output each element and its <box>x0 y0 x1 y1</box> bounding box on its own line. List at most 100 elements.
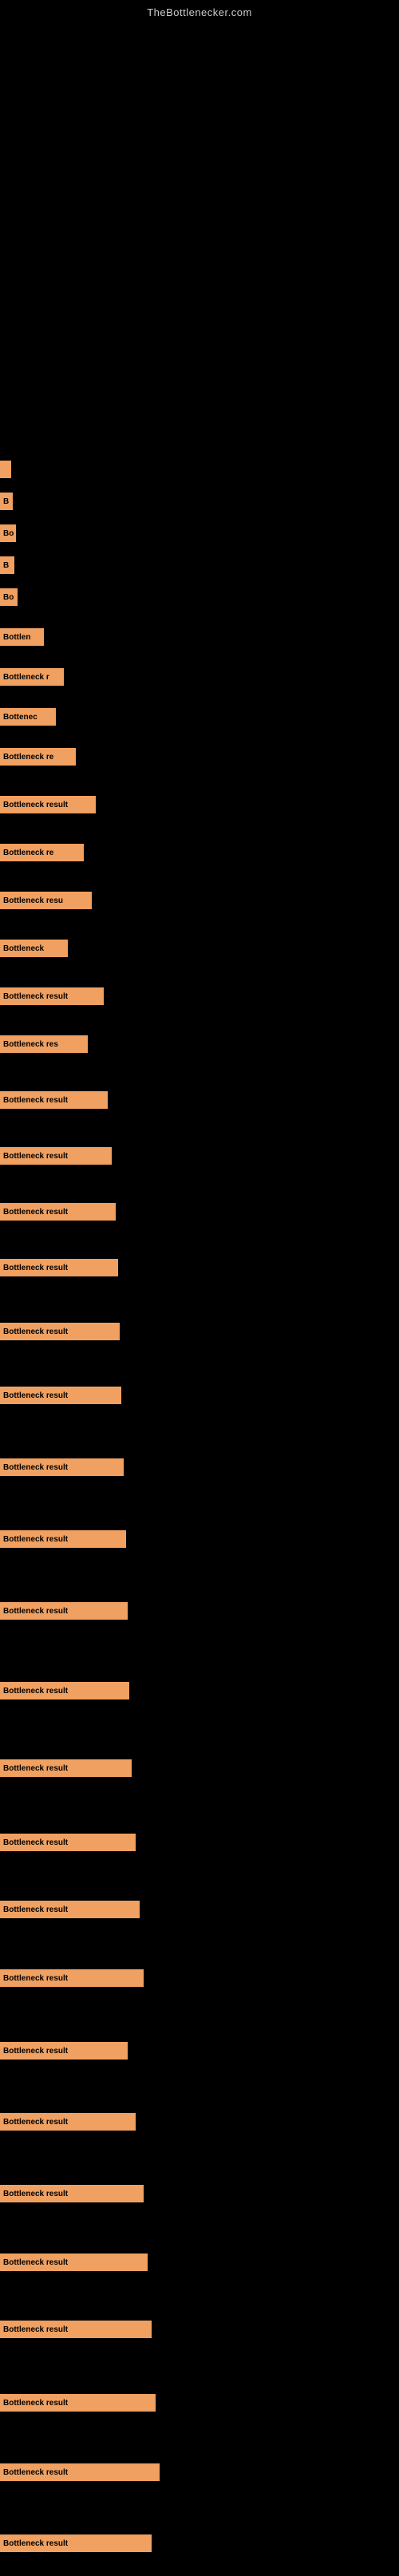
bar-fill <box>0 461 11 478</box>
bar-label: Bottleneck result <box>3 2047 68 2056</box>
bar-fill: Bo <box>0 588 18 606</box>
bar-row: Bottleneck result <box>0 1602 128 1620</box>
bar-row: Bottleneck result <box>0 1387 121 1404</box>
site-title: TheBottlenecker.com <box>0 0 399 22</box>
bar-fill: Bottleneck res <box>0 1035 88 1053</box>
bar-fill: Bottenec <box>0 708 56 726</box>
bar-label: Bottleneck result <box>3 1328 68 1336</box>
bar-row: Bottleneck result <box>0 2394 156 2412</box>
bar-label: Bottleneck result <box>3 1096 68 1105</box>
bar-fill: Bottleneck result <box>0 2463 160 2481</box>
bar-fill: Bottleneck result <box>0 1682 129 1700</box>
bar-label: B <box>3 497 9 506</box>
bar-label: Bottleneck result <box>3 1905 68 1914</box>
bar-fill: Bottleneck result <box>0 1530 126 1548</box>
bar-label: Bottleneck result <box>3 1607 68 1616</box>
bar-fill: Bottleneck result <box>0 2185 144 2202</box>
bar-row: Bottleneck result <box>0 1203 116 1221</box>
bar-fill: B <box>0 493 13 510</box>
bar-label: Bottleneck re <box>3 849 53 857</box>
bar-label: Bottleneck resu <box>3 896 63 905</box>
bar-fill: Bottleneck result <box>0 1834 136 1851</box>
bar-row: Bottleneck result <box>0 1759 132 1777</box>
bar-fill: Bottleneck result <box>0 1259 118 1276</box>
bar-row: Bottleneck res <box>0 1035 88 1053</box>
bar-row: Bottleneck result <box>0 987 104 1005</box>
bar-label: Bottleneck result <box>3 801 68 809</box>
bar-fill: Bottleneck result <box>0 1759 132 1777</box>
bar-label: Bottleneck result <box>3 992 68 1001</box>
bar-label: Bottenec <box>3 713 38 722</box>
bar-fill: Bottleneck result <box>0 987 104 1005</box>
bar-row: Bottleneck result <box>0 2463 160 2481</box>
bar-fill: Bottleneck re <box>0 748 76 766</box>
bar-fill: Bottleneck result <box>0 796 96 813</box>
bar-label: Bottleneck r <box>3 673 49 682</box>
bar-label: Bottleneck result <box>3 2258 68 2267</box>
bar-fill: Bottleneck result <box>0 1323 120 1340</box>
bar-row: Bottleneck result <box>0 1323 120 1340</box>
bar-label: Bottleneck res <box>3 1040 58 1049</box>
bar-fill: Bottlen <box>0 628 44 646</box>
bar-row: Bottleneck result <box>0 1259 118 1276</box>
bar-fill: Bo <box>0 524 16 542</box>
bar-label: Bottleneck result <box>3 1264 68 1272</box>
bar-fill: Bottleneck re <box>0 844 84 861</box>
bar-fill: Bottleneck result <box>0 2394 156 2412</box>
bar-row: Bottleneck re <box>0 844 84 861</box>
bar-row: Bottleneck result <box>0 1091 108 1109</box>
bar-fill: Bottleneck result <box>0 1969 144 1987</box>
bar-label: Bottleneck result <box>3 1208 68 1217</box>
bar-row: Bottleneck result <box>0 1901 140 1918</box>
bar-row: Bottleneck result <box>0 1682 129 1700</box>
bar-fill: Bottleneck result <box>0 2321 152 2338</box>
bar-row: Bottleneck re <box>0 748 76 766</box>
bar-row: Bottleneck result <box>0 1147 112 1165</box>
bar-label: Bottleneck result <box>3 1764 68 1773</box>
bar-label: Bottleneck result <box>3 2325 68 2334</box>
bar-row: Bottleneck result <box>0 1834 136 1851</box>
bar-label: Bottleneck result <box>3 2190 68 2198</box>
bar-label: Bottleneck re <box>3 753 53 762</box>
bar-label: Bottleneck result <box>3 1687 68 1696</box>
bar-label: Bottlen <box>3 633 30 642</box>
bar-label: Bottleneck result <box>3 1535 68 1544</box>
bar-label: Bottleneck result <box>3 2399 68 2408</box>
bar-fill: Bottleneck result <box>0 2534 152 2552</box>
bar-fill: B <box>0 556 14 574</box>
bar-fill: Bottleneck result <box>0 1147 112 1165</box>
bar-row: Bo <box>0 524 16 542</box>
bar-fill: Bottleneck result <box>0 2042 128 2060</box>
bar-label: Bo <box>3 593 14 602</box>
bar-label: Bottleneck result <box>3 2539 68 2548</box>
bar-fill: Bottleneck result <box>0 2113 136 2131</box>
bar-fill: Bottleneck result <box>0 1901 140 1918</box>
bar-row: Bottleneck result <box>0 1969 144 1987</box>
bar-row: Bottleneck resu <box>0 892 92 909</box>
bar-fill: Bottleneck r <box>0 668 64 686</box>
bar-fill: Bottleneck result <box>0 1387 121 1404</box>
bar-row: Bottleneck r <box>0 668 64 686</box>
bar-row <box>0 461 11 478</box>
bars-container: B Bo B Bo Bottlen Bottleneck r Bottenec Bottlen… <box>0 22 399 2576</box>
bar-label: Bottleneck result <box>3 1152 68 1161</box>
bar-row: Bottleneck result <box>0 796 96 813</box>
bar-row: B <box>0 556 14 574</box>
bar-label: Bottleneck <box>3 944 44 953</box>
bar-label: Bottleneck result <box>3 2468 68 2477</box>
bar-row: Bottlen <box>0 628 44 646</box>
bar-row: Bottleneck result <box>0 2321 152 2338</box>
bar-label: Bottleneck result <box>3 1974 68 1983</box>
bar-row: Bottleneck result <box>0 2254 148 2271</box>
bar-row: Bottleneck result <box>0 2113 136 2131</box>
bar-label: Bottleneck result <box>3 1391 68 1400</box>
bar-row: Bottleneck result <box>0 2534 152 2552</box>
bar-row: Bottleneck result <box>0 1530 126 1548</box>
bar-row: Bo <box>0 588 18 606</box>
bar-fill: Bottleneck resu <box>0 892 92 909</box>
bar-row: Bottenec <box>0 708 56 726</box>
bar-row: Bottleneck result <box>0 2042 128 2060</box>
bar-row: Bottleneck result <box>0 1458 124 1476</box>
bar-label: Bottleneck result <box>3 2118 68 2127</box>
bar-label: Bo <box>3 529 14 538</box>
